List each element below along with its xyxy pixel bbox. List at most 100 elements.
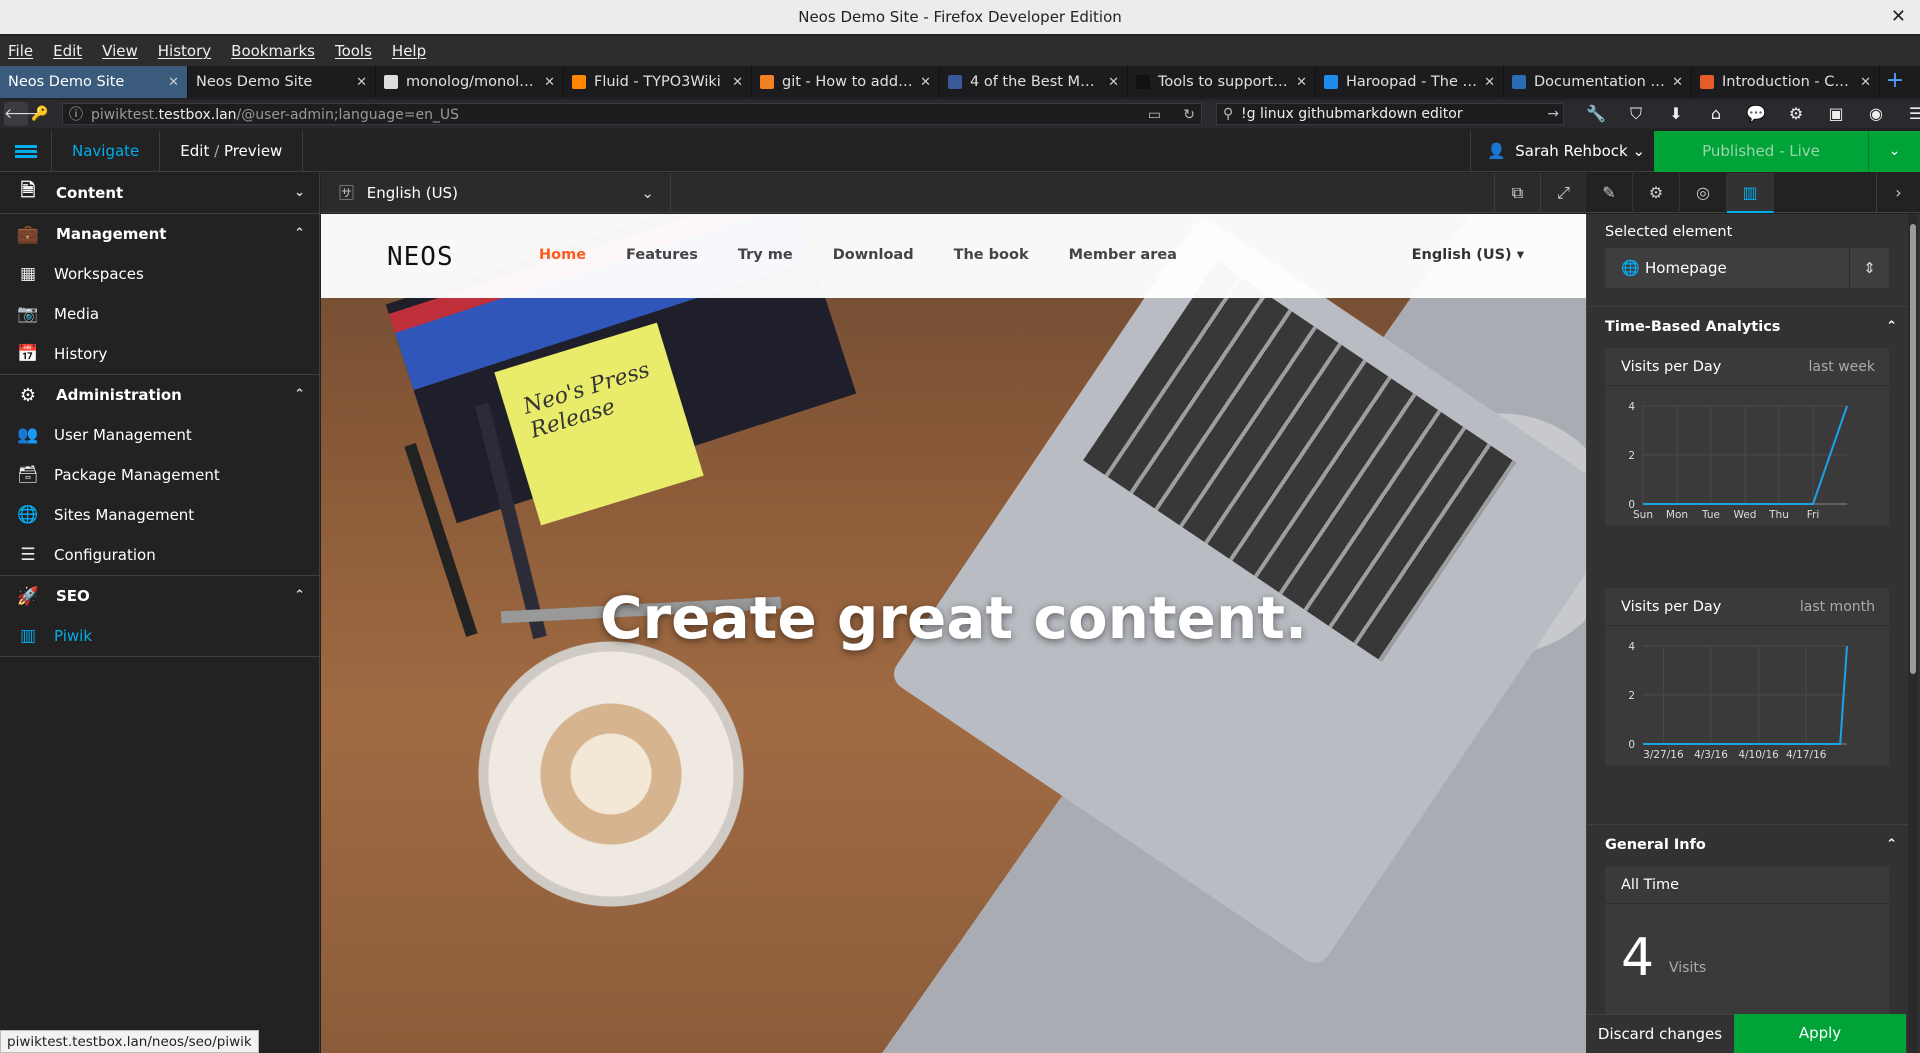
browser-tab[interactable]: git - How to add s... ✕ bbox=[752, 66, 940, 98]
preview-mode-label[interactable]: Preview bbox=[224, 142, 282, 160]
close-tab-icon[interactable]: ✕ bbox=[1296, 75, 1307, 90]
menu-edit[interactable]: Edit bbox=[53, 42, 82, 60]
sidebar-item[interactable]: 📅 History bbox=[0, 334, 319, 374]
chat-icon[interactable]: 💬 bbox=[1736, 102, 1776, 126]
site-identity-icon[interactable]: 🔑 bbox=[28, 102, 52, 126]
menu-tools[interactable]: Tools bbox=[335, 42, 372, 60]
new-tab-icon[interactable]: + bbox=[1880, 66, 1910, 98]
navigate-toggle[interactable]: Navigate bbox=[52, 130, 161, 172]
info-icon[interactable]: ⓘ bbox=[69, 104, 83, 126]
menu-view[interactable]: View bbox=[102, 42, 138, 60]
sidebar-content-header[interactable]: 🗎 Content ⌄ bbox=[0, 173, 319, 213]
publish-button[interactable]: Published - Live bbox=[1654, 131, 1868, 172]
browser-tab[interactable]: Haroopad - The N... ✕ bbox=[1316, 66, 1504, 98]
discard-changes-button[interactable]: Discard changes bbox=[1586, 1014, 1734, 1053]
url-bar[interactable]: ⓘ piwiktest.testbox.lan/@user-admin;lang… bbox=[62, 103, 1202, 125]
target-icon[interactable]: ◎ bbox=[1680, 173, 1727, 213]
site-nav-member-area[interactable]: Member area bbox=[1069, 247, 1177, 263]
hero-headline[interactable]: Create great content. bbox=[321, 584, 1586, 652]
close-tab-icon[interactable]: ✕ bbox=[1484, 75, 1495, 90]
reload-icon[interactable]: ↻ bbox=[1183, 107, 1195, 123]
browser-tab[interactable]: Documentation - ... ✕ bbox=[1504, 66, 1692, 98]
sidebar-item[interactable]: 🌐 Sites Management bbox=[0, 495, 319, 535]
search-input[interactable]: !g linux githubmarkdown editor bbox=[1241, 106, 1463, 122]
menu-help[interactable]: Help bbox=[392, 42, 426, 60]
site-nav-the-book[interactable]: The book bbox=[954, 247, 1029, 263]
search-go-icon[interactable]: → bbox=[1547, 104, 1559, 124]
download-icon[interactable]: ⬇ bbox=[1656, 102, 1696, 126]
close-tab-icon[interactable]: ✕ bbox=[920, 75, 931, 90]
browser-tab[interactable]: Neos Demo Site ✕ bbox=[188, 66, 376, 98]
sidebar-item[interactable]: 🗃 Package Management bbox=[0, 455, 319, 495]
chevron-down-icon: ⌄ bbox=[294, 185, 305, 200]
sidebar-item[interactable]: 👥 User Management bbox=[0, 415, 319, 455]
menu-history[interactable]: History bbox=[158, 42, 211, 60]
analytics-section-header[interactable]: Time-Based Analytics ⌃ bbox=[1587, 306, 1909, 346]
selected-node-select[interactable]: 🌐 Homepage ⇕ bbox=[1605, 248, 1889, 288]
edit-preview-toggle[interactable]: Edit / Preview bbox=[160, 130, 304, 172]
menu-file[interactable]: File bbox=[8, 42, 33, 60]
tab-label: Haroopad - The N... bbox=[1346, 74, 1479, 90]
apply-button[interactable]: Apply bbox=[1734, 1014, 1906, 1053]
chevron-right-icon[interactable]: › bbox=[1876, 173, 1920, 213]
browser-tab[interactable]: Fluid - TYPO3Wiki ✕ bbox=[564, 66, 752, 98]
site-nav-features[interactable]: Features bbox=[626, 247, 698, 263]
browser-tab[interactable]: Introduction - Co... ✕ bbox=[1692, 66, 1880, 98]
close-window-icon[interactable]: ✕ bbox=[1891, 0, 1906, 34]
sidebar-group-header[interactable]: ⚙ Administration ⌃ bbox=[0, 375, 319, 415]
close-tab-icon[interactable]: ✕ bbox=[168, 75, 179, 90]
site-nav-download[interactable]: Download bbox=[833, 247, 914, 263]
developer-wrench-icon[interactable]: 🔧 bbox=[1576, 102, 1616, 126]
browser-tab[interactable]: 4 of the Best Mark... ✕ bbox=[940, 66, 1128, 98]
hamburger-menu-icon[interactable]: ☰ bbox=[1896, 102, 1920, 126]
site-language-menu[interactable]: English (US) ▾ bbox=[1412, 247, 1524, 263]
browser-tab[interactable]: monolog/monolog... ✕ bbox=[376, 66, 564, 98]
browser-tab[interactable]: Tools to support y... ✕ bbox=[1128, 66, 1316, 98]
extension-icon[interactable]: ◉ bbox=[1856, 102, 1896, 126]
sidebar-item[interactable]: 📷 Media bbox=[0, 294, 319, 334]
addon-icon[interactable]: ⚙ bbox=[1776, 102, 1816, 126]
close-tab-icon[interactable]: ✕ bbox=[1860, 75, 1871, 90]
pocket-icon[interactable]: ⛉ bbox=[1616, 102, 1656, 126]
gear-icon[interactable]: ⚙ bbox=[1633, 173, 1680, 213]
home-icon[interactable]: ⌂ bbox=[1696, 102, 1736, 126]
open-external-icon[interactable]: ⧉ bbox=[1494, 173, 1540, 213]
browser-tab[interactable]: Neos Demo Site ✕ bbox=[0, 66, 188, 98]
chevron-up-icon: ⌃ bbox=[1886, 319, 1897, 334]
inspector-scrollbar[interactable] bbox=[1908, 214, 1918, 1053]
chevron-up-icon: ⌃ bbox=[1886, 837, 1897, 852]
sidebar-item[interactable]: ▦ Workspaces bbox=[0, 254, 319, 294]
reader-view-icon[interactable]: ▭ bbox=[1148, 107, 1161, 123]
site-nav-home[interactable]: Home bbox=[539, 247, 586, 263]
language-dimension-selector[interactable]: 🈂 English (US) ⌄ bbox=[321, 173, 671, 213]
publish-dropdown-chevron-icon[interactable]: ⌄ bbox=[1868, 131, 1920, 172]
tab-favicon-icon bbox=[1700, 75, 1714, 89]
screenshot-icon[interactable]: ▣ bbox=[1816, 102, 1856, 126]
general-info-section-header[interactable]: General Info ⌃ bbox=[1587, 824, 1909, 864]
sidebar-group-header[interactable]: 💼 Management ⌃ bbox=[0, 214, 319, 254]
edit-mode-label[interactable]: Edit bbox=[180, 142, 209, 160]
visits-unit: Visits bbox=[1669, 960, 1707, 976]
site-nav-try-me[interactable]: Try me bbox=[738, 247, 793, 263]
fullscreen-icon[interactable]: ⤢ bbox=[1540, 173, 1586, 213]
website-preview[interactable]: Neo's Press Release NEOS Home Features T… bbox=[321, 214, 1586, 1053]
close-tab-icon[interactable]: ✕ bbox=[1108, 75, 1119, 90]
site-logo[interactable]: NEOS bbox=[387, 242, 454, 272]
user-menu-button[interactable]: 👤 Sarah Rehbock ⌄ bbox=[1470, 131, 1661, 172]
menu-bookmarks[interactable]: Bookmarks bbox=[231, 42, 315, 60]
sidebar-item[interactable]: ▥ Piwik bbox=[0, 616, 319, 656]
pencil-icon[interactable]: ✎ bbox=[1586, 173, 1633, 213]
close-tab-icon[interactable]: ✕ bbox=[356, 75, 367, 90]
chevron-down-icon: ⌄ bbox=[641, 184, 654, 202]
menu-toggle-icon[interactable] bbox=[0, 130, 52, 172]
analytics-tab-icon[interactable]: ▥ bbox=[1727, 173, 1774, 213]
sidebar-group-header[interactable]: 🚀 SEO ⌃ bbox=[0, 576, 319, 616]
close-tab-icon[interactable]: ✕ bbox=[1672, 75, 1683, 90]
search-box[interactable]: ⚲ !g linux githubmarkdown editor → bbox=[1216, 103, 1564, 125]
sidebar-item[interactable]: ☰ Configuration bbox=[0, 535, 319, 575]
back-icon[interactable]: 🡐 bbox=[4, 102, 42, 126]
all-time-label: All Time bbox=[1605, 866, 1889, 904]
close-tab-icon[interactable]: ✕ bbox=[732, 75, 743, 90]
close-tab-icon[interactable]: ✕ bbox=[544, 75, 555, 90]
inspector-panel: Selected element 🌐 Homepage ⇕ Time-Based… bbox=[1586, 214, 1920, 1053]
